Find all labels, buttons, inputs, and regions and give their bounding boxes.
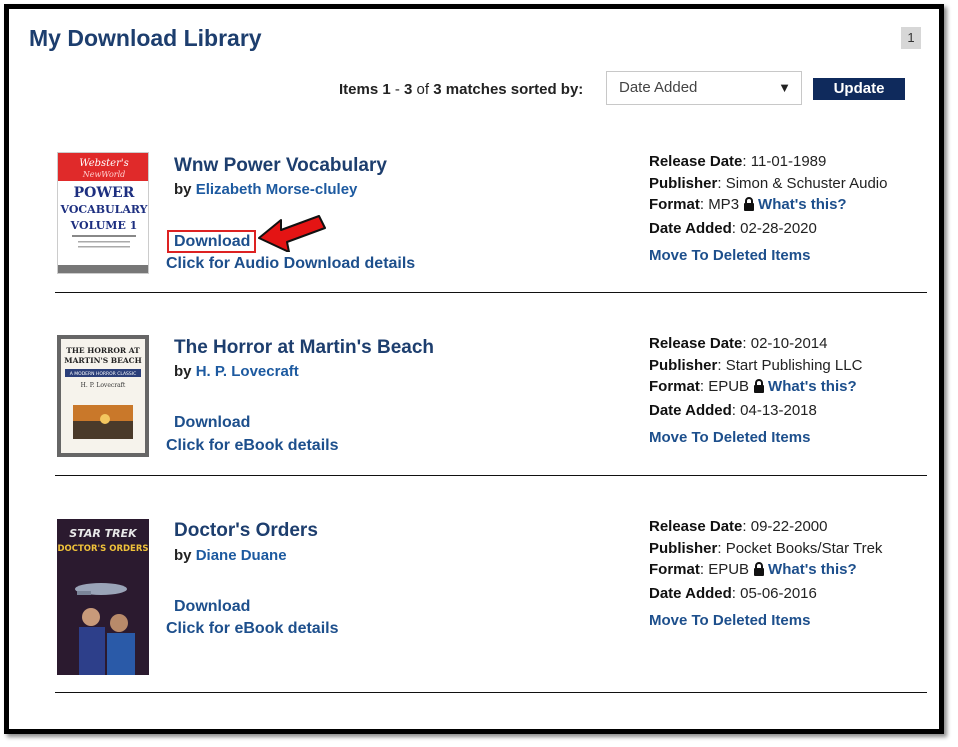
book-meta: Release Date: 02-10-2014 Publisher: Star… — [649, 333, 862, 449]
book-author: by Diane Duane — [174, 547, 287, 564]
move-to-deleted-link[interactable]: Move To Deleted Items — [649, 427, 862, 449]
page-number-badge[interactable]: 1 — [901, 27, 921, 49]
format: EPUB — [708, 378, 750, 395]
download-link[interactable]: Download — [174, 598, 250, 616]
svg-text:STAR TREK: STAR TREK — [69, 527, 138, 540]
book-cover-2[interactable]: THE HORROR AT MARTIN'S BEACH A MODERN HO… — [57, 335, 149, 457]
update-button[interactable]: Update — [813, 78, 905, 100]
release-date: 11-01-1989 — [750, 153, 827, 170]
item-divider — [55, 475, 927, 476]
lock-icon — [743, 196, 755, 218]
svg-text:VOCABULARY: VOCABULARY — [59, 203, 147, 216]
move-to-deleted-link[interactable]: Move To Deleted Items — [649, 245, 887, 267]
svg-text:MARTIN'S BEACH: MARTIN'S BEACH — [64, 356, 141, 365]
book-meta: Release Date: 09-22-2000 Publisher: Pock… — [649, 516, 882, 632]
whats-this-link[interactable]: What's this? — [758, 196, 847, 213]
items-summary: Items 1 - 3 of 3 matches sorted by: — [339, 81, 584, 98]
whats-this-link[interactable]: What's this? — [768, 561, 857, 578]
date-added: 04-13-2018 — [740, 401, 817, 419]
book-meta: Release Date: 11-01-1989 Publisher: Simo… — [649, 151, 887, 267]
svg-text:DOCTOR'S ORDERS: DOCTOR'S ORDERS — [57, 544, 148, 554]
item-divider — [55, 292, 927, 293]
svg-text:A MODERN HORROR CLASSIC: A MODERN HORROR CLASSIC — [70, 371, 136, 377]
book-cover-1[interactable]: Webster's NewWorld POWER VOCABULARY VOLU… — [57, 152, 149, 274]
book-author: by Elizabeth Morse-cluley — [174, 181, 358, 198]
book-cover-3[interactable]: STAR TREK DOCTOR'S ORDERS — [57, 519, 149, 675]
details-link[interactable]: Click for Audio Download details — [166, 255, 415, 273]
page-title: My Download Library — [29, 25, 262, 51]
details-link[interactable]: Click for eBook details — [166, 437, 339, 455]
date-added: 02-28-2020 — [740, 219, 817, 237]
publisher: Start Publishing LLC — [725, 356, 863, 374]
download-link[interactable]: Download — [174, 414, 250, 432]
format: MP3 — [708, 196, 740, 213]
download-link[interactable]: Download — [167, 230, 257, 253]
book-title[interactable]: Doctor's Orders — [174, 520, 318, 542]
date-added: 05-06-2016 — [740, 584, 817, 602]
book-author: by H. P. Lovecraft — [174, 363, 299, 380]
download-library-panel: My Download Library 1 Items 1 - 3 of 3 m… — [4, 4, 944, 734]
publisher: Simon & Schuster Audio — [725, 174, 888, 192]
release-date: 09-22-2000 — [750, 518, 828, 535]
move-to-deleted-link[interactable]: Move To Deleted Items — [649, 610, 882, 632]
details-link[interactable]: Click for eBook details — [166, 620, 339, 638]
whats-this-link[interactable]: What's this? — [768, 378, 857, 395]
book-title[interactable]: Wnw Power Vocabulary — [174, 155, 387, 177]
svg-text:VOLUME 1: VOLUME 1 — [70, 219, 138, 232]
publisher: Pocket Books/Star Trek — [725, 539, 883, 557]
svg-text:H. P. Lovecraft: H. P. Lovecraft — [81, 382, 126, 389]
item-divider — [55, 692, 927, 693]
svg-text:NewWorld: NewWorld — [82, 170, 126, 179]
lock-icon — [753, 561, 765, 583]
author-link[interactable]: Diane Duane — [196, 547, 287, 564]
sort-bar: Items 1 - 3 of 3 matches sorted by: Date… — [9, 71, 939, 109]
book-title[interactable]: The Horror at Martin's Beach — [174, 337, 434, 359]
svg-text:Webster's: Webster's — [79, 158, 129, 169]
sort-select[interactable]: Date Added ▼ — [606, 71, 802, 105]
svg-text:POWER: POWER — [74, 185, 135, 201]
dropdown-arrow-icon: ▼ — [778, 80, 791, 95]
author-link[interactable]: H. P. Lovecraft — [196, 363, 299, 380]
author-link[interactable]: Elizabeth Morse-cluley — [196, 181, 358, 198]
red-arrow-annotation-icon — [258, 215, 326, 252]
release-date: 02-10-2014 — [750, 335, 828, 352]
svg-text:THE HORROR AT: THE HORROR AT — [66, 346, 140, 355]
lock-icon — [753, 378, 765, 400]
format: EPUB — [708, 561, 750, 578]
sort-selected-value: Date Added — [619, 79, 698, 96]
